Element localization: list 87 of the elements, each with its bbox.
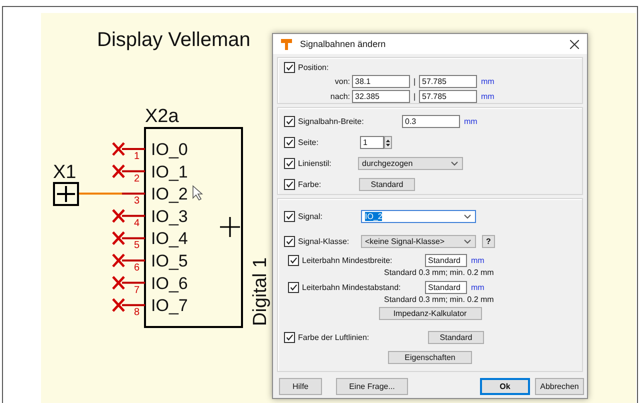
component-value: Digital 1 <box>250 257 271 326</box>
hint-text: Standard 0.3 mm; min. 0.2 mm <box>383 294 495 305</box>
app-icon <box>281 38 292 50</box>
unit-label: mm <box>481 77 494 86</box>
unit-label: mm <box>471 256 484 264</box>
checkbox[interactable] <box>288 254 299 266</box>
pin-number: 3 <box>134 196 140 207</box>
checkbox-label: Farbe: <box>298 180 322 189</box>
color-button[interactable]: Standard <box>359 178 415 191</box>
checkbox-label: Linienstil: <box>298 159 332 168</box>
checkbox[interactable] <box>284 210 295 222</box>
checkbox[interactable] <box>284 116 295 127</box>
pin-lead <box>122 170 145 172</box>
spin-field[interactable]: 1 <box>360 136 384 149</box>
dialog-button[interactable]: Ok <box>480 378 530 395</box>
pin-label: IO_1 <box>151 162 188 182</box>
pin-label: IO_4 <box>151 229 188 248</box>
pin-number: 8 <box>134 307 140 318</box>
pin-lead <box>122 214 145 217</box>
pin-number: 7 <box>134 284 140 296</box>
unit-label: mm <box>481 92 494 101</box>
dialog-button[interactable]: Eine Frage... <box>336 378 408 395</box>
pin-label: IO_5 <box>151 252 188 270</box>
field-label: nach: <box>329 92 351 101</box>
pin-number: 6 <box>134 262 140 274</box>
input-field[interactable]: 32.385 <box>352 90 410 103</box>
connector-symbol <box>53 182 79 206</box>
dialog-title: Signalbahnen ändern <box>300 39 387 49</box>
separator-text: | <box>412 77 417 86</box>
checkbox[interactable] <box>284 137 295 148</box>
checkbox[interactable] <box>284 158 295 169</box>
properties-button[interactable]: Eigenschaften <box>388 351 472 364</box>
input-field[interactable]: Standard <box>425 280 467 294</box>
checkbox-label: Seite: <box>298 138 320 147</box>
pin-number: 2 <box>134 173 140 184</box>
pin-label: IO_2 <box>151 184 188 204</box>
field-label: von: <box>334 77 351 86</box>
pin-label: IO_3 <box>151 206 188 226</box>
dropdown[interactable]: durchgezogen <box>358 157 463 170</box>
pin-lead <box>122 237 145 240</box>
input-field[interactable]: Standard <box>425 254 467 266</box>
origin-marker <box>219 216 241 238</box>
unit-label: mm <box>464 117 478 126</box>
help-button[interactable]: ? <box>482 234 495 248</box>
checkbox[interactable] <box>288 282 299 292</box>
separator-text: | <box>412 92 417 101</box>
checkbox[interactable] <box>284 332 295 342</box>
pin-label: IO_0 <box>151 140 188 159</box>
input-field[interactable]: 57.785 <box>419 75 477 88</box>
checkbox-label: Position: <box>298 62 329 72</box>
cursor-icon <box>192 185 204 201</box>
checkbox[interactable] <box>284 179 295 190</box>
checkbox-label: Leiterbahn Mindestbreite: <box>302 256 394 264</box>
pin-lead <box>122 304 145 306</box>
pin-number: 1 <box>134 151 140 162</box>
connector-name: X1 <box>53 162 76 183</box>
component-name: X2a <box>145 106 179 127</box>
checkbox-label: Signalbahn-Breite: <box>298 117 365 126</box>
unit-label: mm <box>471 282 484 292</box>
caret-icon <box>451 161 458 166</box>
pin-label: IO_6 <box>151 274 188 293</box>
input-field[interactable]: 38.1 <box>352 75 410 88</box>
caret-icon <box>464 238 471 244</box>
pin-lead <box>122 282 145 284</box>
checkbox[interactable] <box>284 236 295 246</box>
caret-icon <box>464 214 471 218</box>
spinner-arrows-icon[interactable] <box>384 136 392 149</box>
pin-number: 4 <box>134 218 140 229</box>
checkbox-label: Leiterbahn Mindestabstand: <box>302 282 402 292</box>
dialog-button[interactable]: Abbrechen <box>535 378 584 395</box>
checkbox-label: Signal-Klasse: <box>298 236 350 246</box>
pin-label: IO_7 <box>151 296 188 316</box>
dropdown[interactable]: IO_2 <box>361 210 476 222</box>
dropdown[interactable]: <keine Signal-Klasse> <box>361 234 476 248</box>
pin-number: 5 <box>134 240 140 252</box>
checkbox[interactable] <box>284 62 295 72</box>
sheet-title: Display Velleman <box>97 29 250 51</box>
checkbox-label: Farbe der Luftlinien: <box>298 332 370 342</box>
checkbox-label: Signal: <box>298 212 324 220</box>
input-field[interactable]: 57.785 <box>419 90 477 103</box>
impedance-calculator-button[interactable]: Impedanz-Kalkulator <box>378 307 482 320</box>
close-button[interactable] <box>568 38 581 50</box>
pin-lead <box>122 192 145 195</box>
dialog-button[interactable]: Hilfe <box>279 378 322 395</box>
input-field[interactable]: 0.3 <box>402 115 460 128</box>
color-button[interactable]: Standard <box>428 330 484 344</box>
hint-text: Standard 0.3 mm; min. 0.2 mm <box>383 267 495 278</box>
